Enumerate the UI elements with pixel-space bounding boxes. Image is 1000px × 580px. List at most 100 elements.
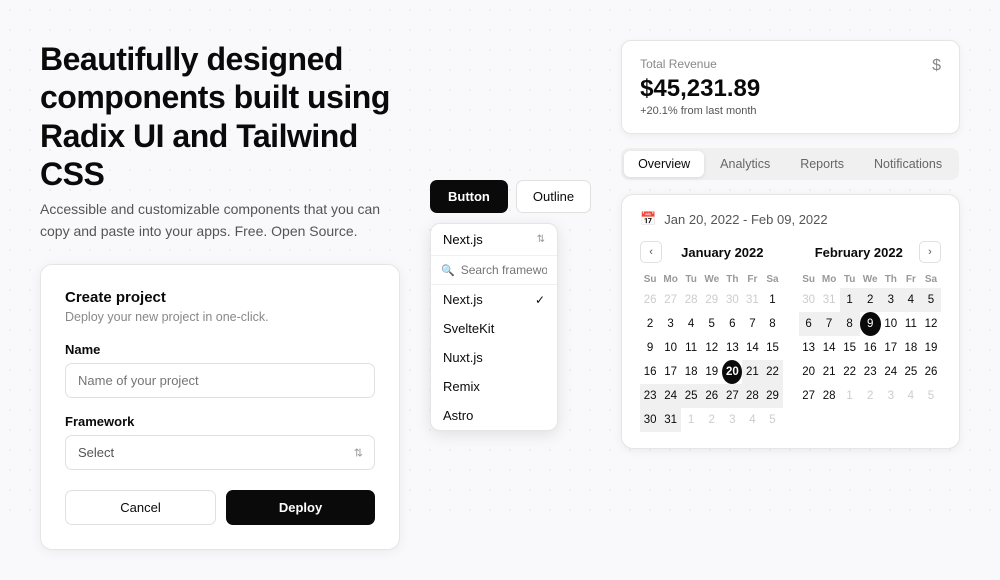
tab-analytics[interactable]: Analytics: [706, 151, 784, 177]
calendar-day[interactable]: 16: [640, 360, 660, 384]
calendar-day[interactable]: 26: [640, 288, 660, 312]
calendar-day[interactable]: 27: [799, 384, 819, 408]
calendar-day[interactable]: 31: [660, 408, 681, 432]
calendar-day[interactable]: 26: [921, 360, 941, 384]
tab-reports[interactable]: Reports: [786, 151, 858, 177]
calendars-container: ‹ January 2022 Su Mo Tu We Th Fr: [640, 241, 941, 432]
calendar-day[interactable]: 19: [921, 336, 941, 360]
left-section: Beautifully designed components built us…: [40, 40, 400, 550]
dropdown-item-remix[interactable]: Remix: [431, 372, 557, 401]
calendar-day[interactable]: 16: [860, 336, 881, 360]
calendar-day[interactable]: 2: [860, 288, 881, 312]
calendar-day[interactable]: 15: [840, 336, 860, 360]
calendar-day[interactable]: 3: [722, 408, 742, 432]
dropdown-trigger[interactable]: Next.js ⇅: [431, 224, 557, 256]
calendar-day[interactable]: 25: [901, 360, 921, 384]
calendar-day[interactable]: 14: [742, 336, 762, 360]
calendar-day[interactable]: 29: [701, 288, 722, 312]
calendar-day[interactable]: 4: [901, 288, 921, 312]
calendar-day[interactable]: 24: [660, 384, 681, 408]
calendar-day[interactable]: 1: [681, 408, 701, 432]
calendar-day[interactable]: 4: [901, 384, 921, 408]
calendar-day[interactable]: 6: [799, 312, 819, 336]
calendar-day[interactable]: 12: [921, 312, 941, 336]
calendar-day[interactable]: 2: [701, 408, 722, 432]
calendar-day[interactable]: 23: [640, 384, 660, 408]
calendar-day[interactable]: 5: [921, 384, 941, 408]
calendar-day[interactable]: 22: [762, 360, 782, 384]
calendar-day[interactable]: 20: [722, 360, 742, 384]
calendar-day[interactable]: 11: [681, 336, 701, 360]
calendar-day[interactable]: 26: [701, 384, 722, 408]
calendar-day[interactable]: 24: [881, 360, 901, 384]
calendar-day[interactable]: 5: [701, 312, 722, 336]
calendar-day[interactable]: 6: [722, 312, 742, 336]
col-header-we: We: [701, 271, 722, 288]
calendar-day[interactable]: 19: [701, 360, 722, 384]
dropdown-item-astro[interactable]: Astro: [431, 401, 557, 430]
calendar-day[interactable]: 22: [840, 360, 860, 384]
calendar-day[interactable]: 30: [640, 408, 660, 432]
calendar-day[interactable]: 31: [819, 288, 840, 312]
calendar-day[interactable]: 5: [762, 408, 782, 432]
calendar-day[interactable]: 23: [860, 360, 881, 384]
calendar-day[interactable]: 25: [681, 384, 701, 408]
calendar-day[interactable]: 14: [819, 336, 840, 360]
calendar-day[interactable]: 10: [660, 336, 681, 360]
dropdown-item-nextjs[interactable]: Next.js ✓: [431, 285, 557, 314]
calendar-day[interactable]: 1: [840, 384, 860, 408]
calendar-day[interactable]: 12: [701, 336, 722, 360]
calendar-day[interactable]: 18: [901, 336, 921, 360]
calendar-day[interactable]: 28: [819, 384, 840, 408]
solid-button[interactable]: Button: [430, 180, 508, 213]
calendar-day[interactable]: 1: [762, 288, 782, 312]
framework-select[interactable]: Select Next.js SvelteKit Nuxt.js Remix A…: [65, 435, 375, 470]
calendar-day[interactable]: 31: [742, 288, 762, 312]
prev-month-button[interactable]: ‹: [640, 241, 662, 263]
calendar-day[interactable]: 18: [681, 360, 701, 384]
calendar-day[interactable]: 17: [660, 360, 681, 384]
tab-notifications[interactable]: Notifications: [860, 151, 956, 177]
calendar-day[interactable]: 2: [860, 384, 881, 408]
calendar-day[interactable]: 13: [722, 336, 742, 360]
calendar-day[interactable]: 3: [881, 384, 901, 408]
calendar-day[interactable]: 30: [799, 288, 819, 312]
calendar-day[interactable]: 30: [722, 288, 742, 312]
calendar-day[interactable]: 28: [681, 288, 701, 312]
calendar-day[interactable]: 21: [819, 360, 840, 384]
calendar-day[interactable]: 20: [799, 360, 819, 384]
calendar-day[interactable]: 28: [742, 384, 762, 408]
project-name-input[interactable]: [65, 363, 375, 398]
calendar-day[interactable]: 3: [660, 312, 681, 336]
calendar-day[interactable]: 11: [901, 312, 921, 336]
calendar-day[interactable]: 7: [819, 312, 840, 336]
calendar-day[interactable]: 2: [640, 312, 660, 336]
calendar-day[interactable]: 15: [762, 336, 782, 360]
tab-overview[interactable]: Overview: [624, 151, 704, 177]
calendar-day[interactable]: 8: [762, 312, 782, 336]
cancel-button[interactable]: Cancel: [65, 490, 216, 525]
outline-button[interactable]: Outline: [516, 180, 591, 213]
calendar-day[interactable]: 5: [921, 288, 941, 312]
calendar-day[interactable]: 1: [840, 288, 860, 312]
calendar-day[interactable]: 8: [840, 312, 860, 336]
calendar-day[interactable]: 27: [722, 384, 742, 408]
framework-search-input[interactable]: [461, 263, 547, 277]
dropdown-item-sveltekit[interactable]: SvelteKit: [431, 314, 557, 343]
calendar-day[interactable]: 4: [742, 408, 762, 432]
dropdown-item-nuxtjs[interactable]: Nuxt.js: [431, 343, 557, 372]
calendar-day[interactable]: 4: [681, 312, 701, 336]
calendar-day[interactable]: 29: [762, 384, 782, 408]
calendar-day[interactable]: 21: [742, 360, 762, 384]
next-month-button[interactable]: ›: [919, 241, 941, 263]
calendar-day[interactable]: 3: [881, 288, 901, 312]
february-title: February 2022: [799, 245, 919, 260]
deploy-button[interactable]: Deploy: [226, 490, 375, 525]
calendar-day[interactable]: 9: [640, 336, 660, 360]
calendar-day[interactable]: 27: [660, 288, 681, 312]
calendar-day[interactable]: 13: [799, 336, 819, 360]
calendar-day[interactable]: 7: [742, 312, 762, 336]
calendar-day[interactable]: 9: [860, 312, 881, 336]
calendar-day[interactable]: 17: [881, 336, 901, 360]
calendar-day[interactable]: 10: [881, 312, 901, 336]
